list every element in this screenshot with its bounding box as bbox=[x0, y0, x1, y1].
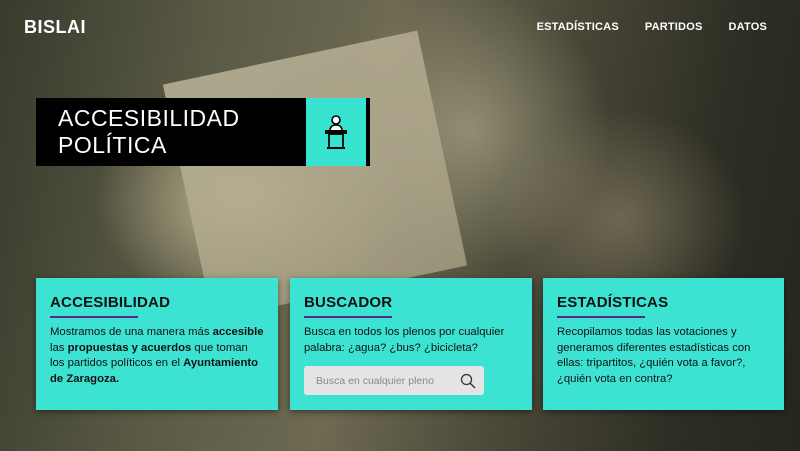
card-text: Mostramos de una manera más accesible la… bbox=[50, 326, 264, 385]
nav-links: ESTADÍSTICAS PARTIDOS DATOS bbox=[537, 21, 767, 33]
nav-link-partidos[interactable]: PARTIDOS bbox=[645, 21, 703, 33]
card-estadisticas: ESTADÍSTICAS Recopilamos todas las votac… bbox=[543, 278, 784, 410]
card-title-rule bbox=[50, 316, 138, 318]
podium-speaker-icon bbox=[325, 115, 347, 149]
search-icon[interactable] bbox=[460, 373, 476, 389]
top-navbar: BISLAI ESTADÍSTICAS PARTIDOS DATOS bbox=[0, 0, 800, 54]
card-text: Recopilamos todas las votaciones y gener… bbox=[557, 326, 751, 385]
ballot-envelope bbox=[162, 30, 468, 320]
search-input[interactable] bbox=[314, 373, 458, 388]
card-buscador: BUSCADOR Busca en todos los plenos por c… bbox=[290, 278, 532, 410]
hero-title-box: ACCESIBILIDAD POLÍTICA bbox=[36, 98, 306, 166]
card-title-rule bbox=[557, 316, 645, 318]
brand-logo[interactable]: BISLAI bbox=[24, 17, 86, 38]
nav-link-datos[interactable]: DATOS bbox=[729, 21, 768, 33]
card-text: Busca en todos los plenos por cualquier … bbox=[304, 326, 505, 354]
card-title: ESTADÍSTICAS bbox=[557, 294, 669, 311]
nav-link-estadisticas[interactable]: ESTADÍSTICAS bbox=[537, 21, 619, 33]
hero-title: ACCESIBILIDAD POLÍTICA bbox=[58, 105, 240, 158]
card-accesibilidad: ACCESIBILIDAD Mostramos de una manera má… bbox=[36, 278, 278, 410]
card-title: ACCESIBILIDAD bbox=[50, 294, 171, 311]
search-box bbox=[304, 366, 484, 395]
hero-icon-box bbox=[306, 98, 370, 166]
card-title: BUSCADOR bbox=[304, 294, 393, 311]
card-title-rule bbox=[304, 316, 392, 318]
